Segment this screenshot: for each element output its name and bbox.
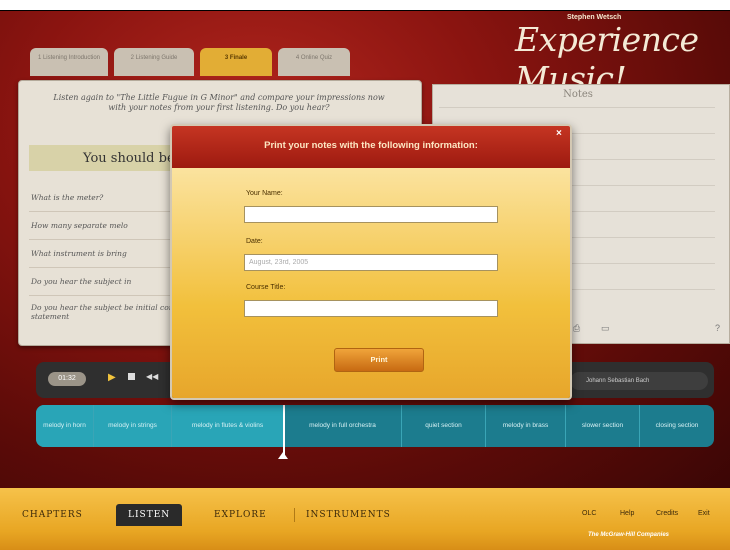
name-label: Your Name:	[246, 190, 283, 197]
dialog-title: Print your notes with the following info…	[264, 140, 478, 151]
dialog-header: Print your notes with the following info…	[172, 126, 570, 168]
tab-finale[interactable]: 3 Finale	[200, 48, 272, 76]
publisher-logo: The McGraw-Hill Companies	[588, 532, 670, 538]
playhead-arrow-icon[interactable]	[278, 452, 288, 459]
nav-separator	[294, 508, 295, 522]
help-icon[interactable]: ?	[715, 323, 720, 333]
nav-listen[interactable]: LISTEN	[116, 504, 183, 526]
stop-icon[interactable]	[128, 373, 135, 380]
course-field[interactable]	[244, 300, 498, 317]
timeline-segment[interactable]: melody in horn	[36, 405, 94, 447]
timeline-segment[interactable]: quiet section	[402, 405, 486, 447]
dialog-body: Your Name: Date: Course Title: Print	[172, 168, 570, 398]
tab-online-quiz[interactable]: 4 Online Quiz	[278, 48, 350, 76]
print-notes-dialog: Print your notes with the following info…	[170, 124, 572, 400]
link-exit[interactable]: Exit	[698, 510, 710, 517]
close-icon[interactable]: ×	[556, 128, 562, 139]
link-olc[interactable]: OLC	[582, 510, 596, 517]
nav-instruments[interactable]: INSTRUMENTS	[306, 510, 391, 520]
course-label: Course Title:	[246, 284, 286, 291]
print-icon[interactable]: ⎙	[573, 323, 580, 334]
bottom-navigation: CHAPTERS LISTEN EXPLORE INSTRUMENTS OLC …	[0, 488, 730, 550]
timeline-segment[interactable]: closing section	[640, 405, 714, 447]
link-help[interactable]: Help	[620, 510, 634, 517]
playhead-line[interactable]	[283, 405, 285, 455]
timeline-segment[interactable]: slower section	[566, 405, 640, 447]
composer-label: Johann Sebastian Bach	[570, 372, 708, 390]
date-field[interactable]	[244, 254, 498, 271]
rewind-icon[interactable]: ◀◀	[146, 372, 158, 381]
timeline-segment[interactable]: melody in brass	[486, 405, 566, 447]
window-top-strip	[0, 0, 730, 11]
print-button[interactable]: Print	[334, 348, 424, 372]
time-display: 01:32	[48, 372, 86, 386]
listening-timeline: melody in horn melody in strings melody …	[36, 405, 714, 447]
play-icon[interactable]: ▶	[108, 372, 116, 383]
timeline-segment[interactable]: melody in strings	[94, 405, 172, 447]
tab-listening-guide[interactable]: 2 Listening Guide	[114, 48, 194, 76]
name-field[interactable]	[244, 206, 498, 223]
brand-logo: Stephen Wetsch Experience Music!	[515, 14, 730, 98]
finale-intro-text: Listen again to "The Little Fugue in G M…	[53, 93, 385, 112]
link-credits[interactable]: Credits	[656, 510, 678, 517]
tab-listening-introduction[interactable]: 1 Listening Introduction	[30, 48, 108, 76]
timeline-segment[interactable]: melody in full orchestra	[284, 405, 402, 447]
timeline-segment[interactable]: melody in flutes & violins	[172, 405, 284, 447]
nav-explore[interactable]: EXPLORE	[214, 510, 267, 520]
date-label: Date:	[246, 238, 263, 245]
save-icon[interactable]: ▭	[601, 323, 610, 334]
notes-title: Notes	[563, 89, 593, 100]
nav-chapters[interactable]: CHAPTERS	[22, 510, 83, 520]
notes-rule	[439, 107, 715, 108]
